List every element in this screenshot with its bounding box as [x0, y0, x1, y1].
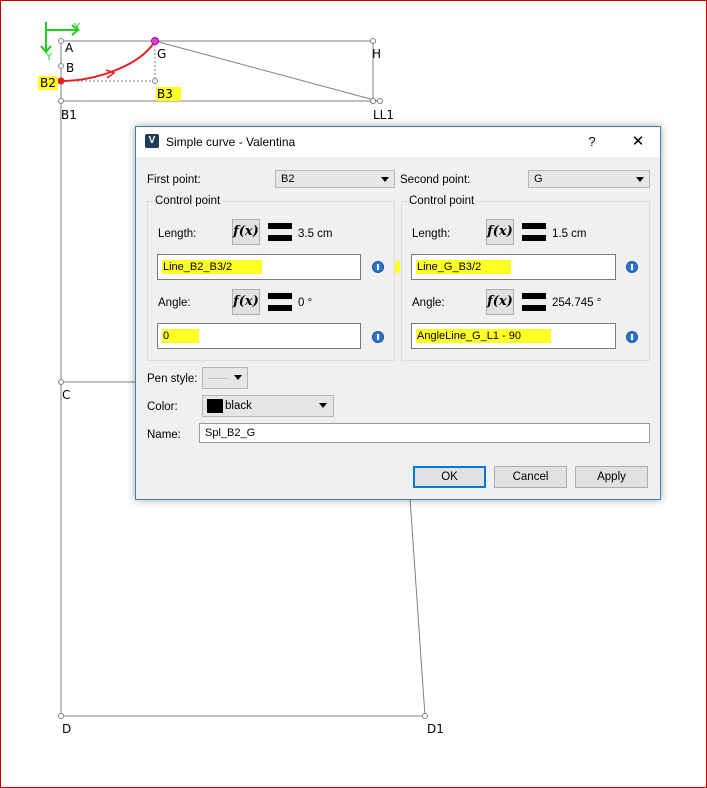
point-label-b1: B1	[61, 108, 77, 122]
ok-button[interactable]: OK	[413, 466, 486, 488]
color-value: black	[225, 400, 252, 412]
first-length-value: 3.5 cm	[298, 228, 333, 240]
pen-line-preview	[208, 378, 228, 379]
point-label-h: H	[372, 47, 382, 61]
equals-icon	[268, 293, 292, 311]
second-point-value: G	[534, 173, 543, 185]
second-angle-formula-button[interactable]: f(x)	[486, 289, 514, 315]
cancel-button[interactable]: Cancel	[494, 466, 567, 488]
point-b2-marker[interactable]	[57, 77, 65, 85]
info-icon[interactable]	[372, 331, 384, 343]
second-length-label: Length:	[412, 228, 451, 240]
first-length-label: Length:	[158, 228, 197, 240]
first-angle-value: 0 °	[298, 297, 313, 309]
pen-style-select[interactable]	[202, 367, 248, 389]
first-point-label: First point:	[147, 174, 201, 186]
second-control-point-title: Control point	[407, 195, 477, 207]
first-length-formula-input[interactable]: Line_B2_B3/2	[157, 254, 361, 280]
second-angle-label: Angle:	[412, 297, 445, 309]
point-label-b3: B3	[156, 87, 181, 101]
point-label-d1: D1	[427, 722, 444, 736]
equals-icon	[522, 293, 546, 311]
name-input[interactable]: Spl_B2_G	[199, 423, 650, 443]
helper-lines	[60, 41, 156, 82]
second-length-value: 1.5 cm	[552, 228, 587, 240]
second-point-select[interactable]: G	[528, 170, 650, 188]
point-label-g: G	[157, 47, 167, 61]
first-angle-label: Angle:	[158, 297, 191, 309]
point-label-d: D	[62, 722, 72, 736]
color-select[interactable]: black	[202, 395, 334, 417]
pen-style-label: Pen style:	[147, 373, 198, 385]
close-button[interactable]: ✕	[616, 127, 660, 157]
dialog-title: Simple curve - Valentina	[166, 135, 296, 149]
chevron-down-icon	[234, 375, 242, 380]
axis-y-label: Y	[46, 52, 53, 63]
first-angle-formula-button[interactable]: f(x)	[232, 289, 260, 315]
point-label-a: A	[65, 41, 74, 55]
second-angle-value: 254.745 °	[552, 297, 602, 309]
second-point-label: Second point:	[400, 174, 471, 186]
valentina-app-icon: V	[145, 134, 159, 148]
first-length-formula-text: Line_B2_B3/2	[162, 260, 263, 274]
first-angle-formula-input[interactable]: 0	[157, 323, 361, 349]
second-angle-formula-text: AngleLine_G_L1 - 90	[416, 329, 551, 343]
second-angle-formula-input[interactable]: AngleLine_G_L1 - 90	[411, 323, 616, 349]
first-length-formula-button[interactable]: f(x)	[232, 219, 260, 245]
apply-button[interactable]: Apply	[575, 466, 648, 488]
equals-icon	[268, 223, 292, 241]
name-label: Name:	[147, 429, 181, 441]
first-point-value: B2	[281, 173, 295, 185]
first-point-select[interactable]: B2	[275, 170, 395, 188]
point-label-ll1: LL1	[373, 108, 395, 122]
point-g-marker[interactable]	[151, 37, 159, 45]
chevron-down-icon	[636, 177, 644, 182]
chevron-down-icon	[381, 177, 389, 182]
highlight-mark	[395, 261, 400, 273]
axis-x-label: X	[73, 21, 81, 34]
color-swatch	[207, 399, 223, 413]
second-length-formula-button[interactable]: f(x)	[486, 219, 514, 245]
first-control-point-title: Control point	[153, 195, 223, 207]
second-length-formula-input[interactable]: Line_G_B3/2	[411, 254, 616, 280]
dialog-titlebar[interactable]: V Simple curve - Valentina ? ✕	[136, 127, 660, 157]
help-button[interactable]: ?	[570, 127, 614, 157]
simple-curve-dialog[interactable]: V Simple curve - Valentina ? ✕ First poi…	[135, 126, 661, 500]
name-value: Spl_B2_G	[205, 427, 256, 439]
color-label: Color:	[147, 401, 178, 413]
point-label-b: B	[66, 61, 75, 75]
chevron-down-icon	[319, 403, 327, 408]
point-label-c: C	[62, 388, 71, 402]
info-icon[interactable]	[626, 331, 638, 343]
spline-curve[interactable]	[60, 40, 156, 82]
info-icon[interactable]	[626, 261, 638, 273]
first-angle-formula-text: 0	[162, 329, 200, 343]
info-icon[interactable]	[372, 261, 384, 273]
equals-icon	[522, 223, 546, 241]
point-label-b2: B2	[38, 76, 58, 90]
second-length-formula-text: Line_G_B3/2	[416, 260, 512, 274]
